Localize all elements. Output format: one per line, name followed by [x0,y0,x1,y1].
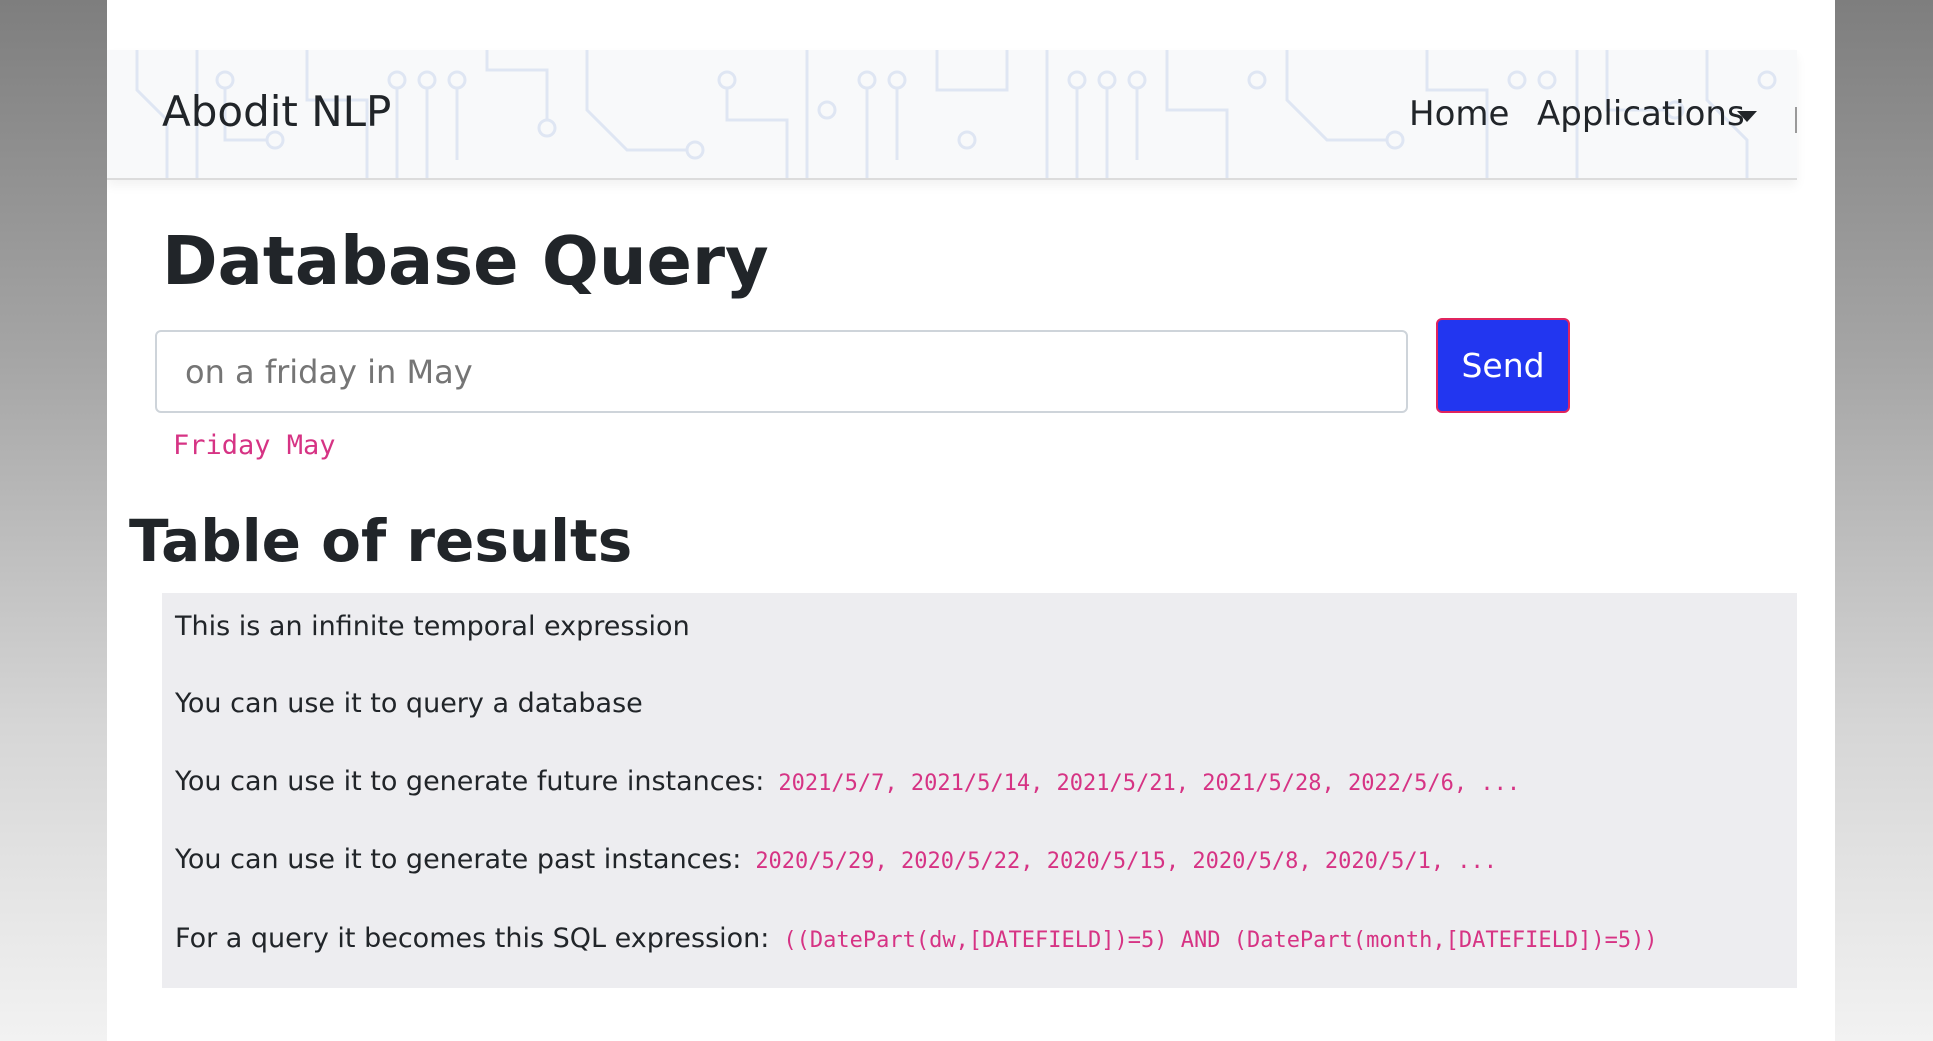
result-line-text: This is an infinite temporal expression [175,611,690,642]
result-line-text: You can use it to query a database [175,688,643,719]
brand-logo-text[interactable]: Abodit NLP [162,91,391,133]
result-line-sql: For a query it becomes this SQL expressi… [175,925,1658,952]
result-line-past: You can use it to generate past instance… [175,846,1497,873]
send-button[interactable]: Send [1436,318,1570,413]
nav-link-home[interactable]: Home [1409,97,1509,131]
result-line-infinite: This is an infinite temporal expression [175,613,690,640]
result-line-query: You can use it to query a database [175,690,643,717]
nav-overflow-item [1795,107,1797,133]
caret-down-icon[interactable] [1737,111,1757,122]
query-input[interactable] [155,330,1408,413]
future-instances-code: 2021/5/7, 2021/5/14, 2021/5/21, 2021/5/2… [778,771,1521,796]
navbar: Abodit NLP Home Applications [107,50,1797,180]
page: Abodit NLP Home Applications Database Qu… [107,0,1835,1041]
result-line-text: You can use it to generate future instan… [175,766,765,797]
nav-dropdown-applications[interactable]: Applications [1537,97,1745,131]
past-instances-code: 2020/5/29, 2020/5/22, 2020/5/15, 2020/5/… [755,849,1498,874]
result-line-text: For a query it becomes this SQL expressi… [175,923,770,954]
results-panel: This is an infinite temporal expression … [162,593,1797,988]
result-line-future: You can use it to generate future instan… [175,768,1520,795]
page-title: Database Query [162,222,769,300]
parse-result-code: Friday May [173,430,336,461]
sql-expression-code: ((DatePart(dw,[DATEFIELD])=5) AND (DateP… [783,928,1658,953]
result-line-text: You can use it to generate past instance… [175,844,742,875]
results-heading: Table of results [129,507,633,575]
